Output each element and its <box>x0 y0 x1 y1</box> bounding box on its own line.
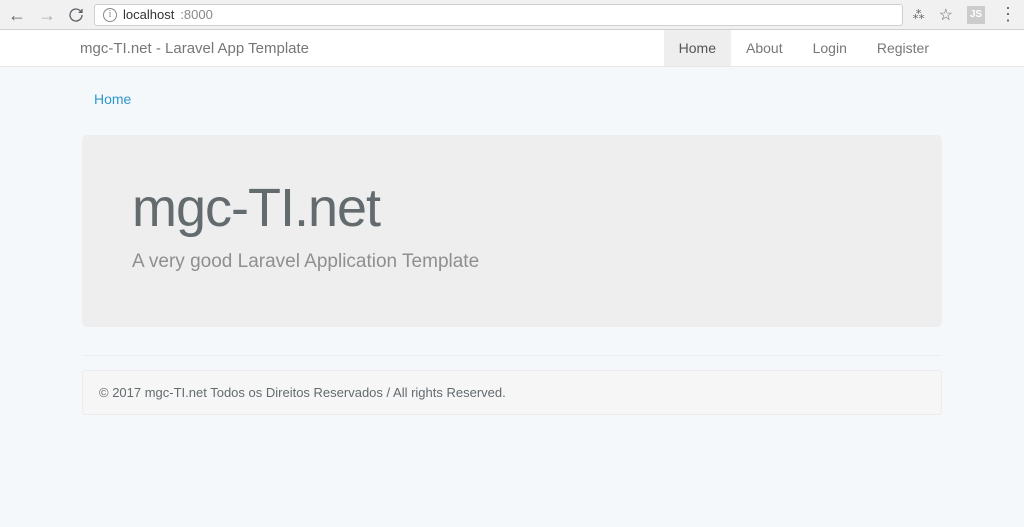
navbar: mgc-TI.net - Laravel App Template Home A… <box>0 30 1024 67</box>
url-host: localhost <box>123 7 174 22</box>
jumbotron-title: mgc-TI.net <box>132 177 892 239</box>
toolbar-right: ⁂ ☆ JS ⋮ <box>913 4 1016 25</box>
back-button[interactable]: ← <box>8 6 26 24</box>
nav-item-login[interactable]: Login <box>798 30 862 66</box>
menu-dots-icon[interactable]: ⋮ <box>999 4 1016 25</box>
reload-button[interactable] <box>68 7 84 23</box>
site-info-icon[interactable]: i <box>103 8 117 22</box>
breadcrumb-home[interactable]: Home <box>94 91 131 107</box>
page-body: mgc-TI.net - Laravel App Template Home A… <box>0 30 1024 527</box>
main-container: Home mgc-TI.net A very good Laravel Appl… <box>82 67 942 415</box>
jumbotron-subtitle: A very good Laravel Application Template <box>132 251 892 273</box>
nav-arrows: ← → <box>8 6 84 24</box>
footer-text: © 2017 mgc-TI.net Todos os Direitos Rese… <box>99 385 506 400</box>
nav-item-home[interactable]: Home <box>664 30 731 66</box>
jumbotron: mgc-TI.net A very good Laravel Applicati… <box>82 135 942 327</box>
url-port: :8000 <box>180 7 213 22</box>
navbar-brand[interactable]: mgc-TI.net - Laravel App Template <box>80 30 309 66</box>
breadcrumb: Home <box>82 85 942 113</box>
browser-toolbar: ← → i localhost :8000 ⁂ ☆ JS ⋮ <box>0 0 1024 30</box>
nav-item-register[interactable]: Register <box>862 30 944 66</box>
extension-icon[interactable]: JS <box>967 6 985 24</box>
divider <box>82 355 942 356</box>
translate-icon[interactable]: ⁂ <box>913 8 925 22</box>
forward-button[interactable]: → <box>38 6 56 24</box>
footer: © 2017 mgc-TI.net Todos os Direitos Rese… <box>82 370 942 415</box>
address-bar[interactable]: i localhost :8000 <box>94 4 903 26</box>
bookmark-star-icon[interactable]: ☆ <box>939 5 953 25</box>
navbar-nav: Home About Login Register <box>664 30 944 66</box>
nav-item-about[interactable]: About <box>731 30 798 66</box>
